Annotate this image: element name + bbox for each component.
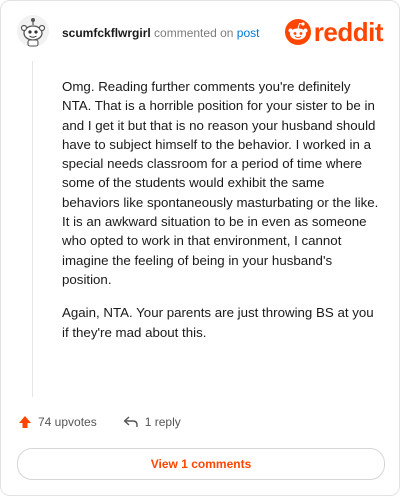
reddit-wordmark: reddit bbox=[313, 17, 384, 47]
comment-actions: 74 upvotes 1 reply bbox=[18, 415, 207, 429]
comment-header: scumfckflwrgirl commented on post bbox=[62, 26, 259, 40]
comment-paragraph: Again, NTA. Your parents are just throwi… bbox=[62, 305, 374, 340]
reddit-snoo-icon bbox=[284, 19, 311, 45]
upvote-count: 74 upvotes bbox=[38, 415, 97, 429]
reply-count: 1 reply bbox=[144, 415, 181, 429]
upvote-button[interactable]: 74 upvotes bbox=[18, 415, 97, 429]
thread-line bbox=[32, 61, 33, 397]
post-link[interactable]: post bbox=[237, 26, 260, 40]
reply-button[interactable]: 1 reply bbox=[123, 415, 181, 429]
commented-on-text: commented on bbox=[154, 26, 234, 40]
comment-body: Omg. Reading further comments you're def… bbox=[62, 77, 380, 356]
username[interactable]: scumfckflwrgirl bbox=[62, 26, 151, 40]
comment-card: scumfckflwrgirl commented on post reddit… bbox=[0, 0, 400, 496]
comment-paragraph: Omg. Reading further comments you're def… bbox=[62, 79, 379, 287]
reddit-logo[interactable]: reddit bbox=[284, 17, 384, 47]
reply-arrow-icon bbox=[123, 416, 138, 427]
avatar-icon[interactable] bbox=[16, 14, 50, 48]
upvote-arrow-icon bbox=[19, 416, 31, 428]
view-comments-button[interactable]: View 1 comments bbox=[17, 448, 385, 480]
